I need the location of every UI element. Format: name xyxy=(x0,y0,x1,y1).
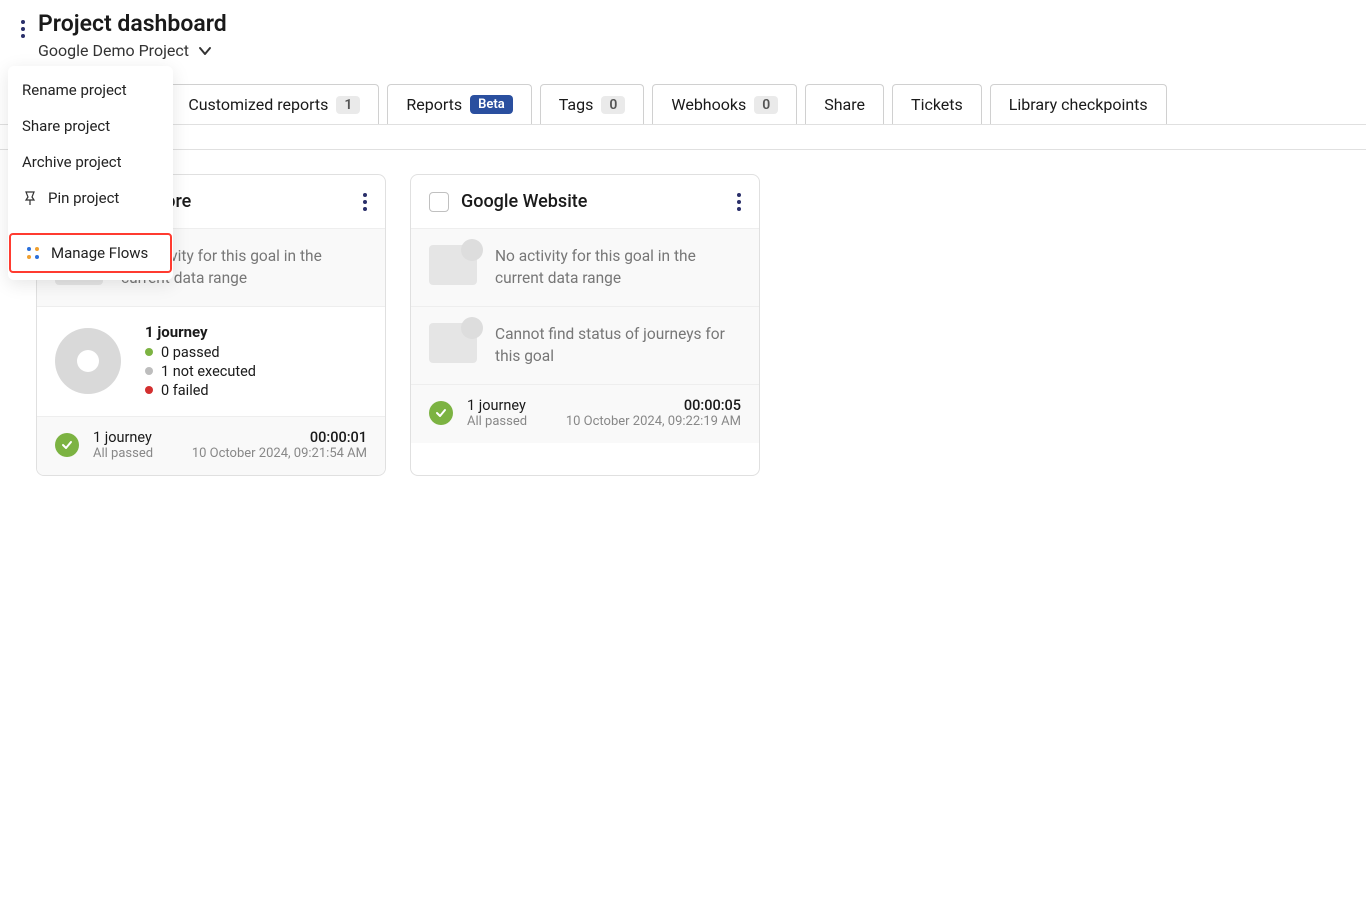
footer-timestamp: 10 October 2024, 09:22:19 AM xyxy=(566,414,741,429)
pin-icon xyxy=(22,190,38,206)
check-circle-icon xyxy=(55,433,79,457)
project-menu: Rename project Share project Archive pro… xyxy=(8,66,173,280)
page-title: Project dashboard xyxy=(38,10,227,37)
footer-duration: 00:00:01 xyxy=(192,429,367,446)
tab-tags[interactable]: Tags 0 xyxy=(540,84,645,124)
footer-status: All passed xyxy=(93,446,153,461)
project-selector[interactable]: Google Demo Project xyxy=(38,41,227,60)
menu-manage-flows[interactable]: Manage Flows xyxy=(9,233,172,273)
check-circle-icon xyxy=(429,401,453,425)
badge-count: 0 xyxy=(601,96,625,114)
badge-count: 0 xyxy=(754,96,778,114)
goal-card: Google Website No activity for this goal… xyxy=(410,174,760,476)
status-dot-not-executed xyxy=(145,367,153,375)
empty-state-icon xyxy=(429,245,477,285)
tab-reports[interactable]: Reports Beta xyxy=(387,84,531,124)
tabs-bar: uirements Customized reports 1 Reports B… xyxy=(0,84,1366,125)
menu-pin-project[interactable]: Pin project xyxy=(8,180,173,216)
badge-beta: Beta xyxy=(470,95,513,114)
footer-duration: 00:00:05 xyxy=(566,397,741,414)
goal-title[interactable]: Google Website xyxy=(461,191,725,212)
more-vertical-icon xyxy=(20,20,26,38)
menu-rename-project[interactable]: Rename project xyxy=(8,72,173,108)
tab-webhooks[interactable]: Webhooks 0 xyxy=(652,84,797,124)
goal-more-button[interactable] xyxy=(737,193,741,211)
footer-timestamp: 10 October 2024, 09:21:54 AM xyxy=(192,446,367,461)
tab-share[interactable]: Share xyxy=(805,84,884,124)
no-activity-text: No activity for this goal in the current… xyxy=(495,245,741,290)
goal-checkbox[interactable] xyxy=(429,192,449,212)
goal-cards: Google Store No activity for this goal i… xyxy=(0,150,1366,476)
footer-journey: 1 journey xyxy=(467,397,527,414)
journey-stats: 1 journey 0 passed 1 not executed 0 fail… xyxy=(145,323,256,400)
tab-library-checkpoints[interactable]: Library checkpoints xyxy=(990,84,1167,124)
project-name: Google Demo Project xyxy=(38,41,189,60)
status-dot-passed xyxy=(145,348,153,356)
status-dot-failed xyxy=(145,386,153,394)
flows-icon xyxy=(25,245,41,261)
tab-tickets[interactable]: Tickets xyxy=(892,84,982,124)
journey-count: 1 journey xyxy=(145,323,256,341)
menu-share-project[interactable]: Share project xyxy=(8,108,173,144)
cannot-find-text: Cannot find status of journeys for this … xyxy=(495,323,741,368)
page-header: Project dashboard Google Demo Project xyxy=(0,0,1366,60)
donut-chart xyxy=(55,328,121,394)
tab-customized-reports[interactable]: Customized reports 1 xyxy=(169,84,379,124)
goal-more-button[interactable] xyxy=(363,193,367,211)
badge-count: 1 xyxy=(336,96,360,114)
empty-state-icon xyxy=(429,323,477,363)
footer-journey: 1 journey xyxy=(93,429,153,446)
menu-archive-project[interactable]: Archive project xyxy=(8,144,173,180)
header-more-button[interactable] xyxy=(20,10,26,38)
chevron-down-icon xyxy=(197,43,213,59)
footer-status: All passed xyxy=(467,414,527,429)
